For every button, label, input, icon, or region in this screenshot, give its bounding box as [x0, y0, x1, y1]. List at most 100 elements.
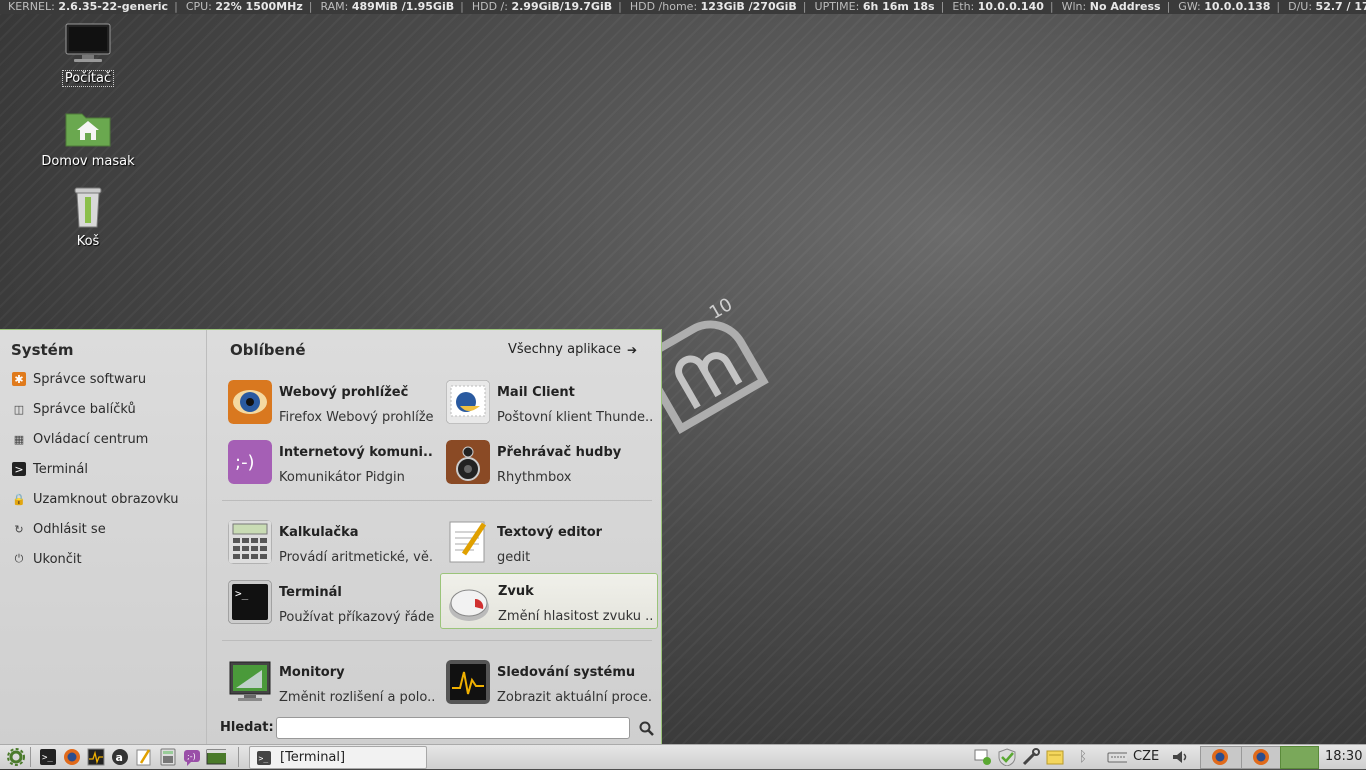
keyboard-layout[interactable]: CZE: [1133, 749, 1159, 764]
logo-version: 10: [706, 294, 736, 324]
favorite-app[interactable]: >_ Terminál Používat příkazový řádek: [222, 575, 438, 629]
favorite-app[interactable]: Textový editor gedit: [440, 515, 656, 569]
favorite-app-name: Webový prohlížeč: [279, 385, 409, 400]
tray-update-manager[interactable]: [997, 747, 1017, 767]
svg-text:;-): ;-): [187, 752, 196, 761]
menu-button[interactable]: [6, 747, 26, 767]
favorite-app-name: Monitory: [279, 665, 345, 680]
desktop-icon-home[interactable]: Domov masak: [38, 106, 138, 169]
conky-segment: CPU: 22% 1500MHz: [186, 0, 303, 13]
conky-label: GW:: [1178, 0, 1201, 13]
taskbar-window-terminal[interactable]: >_ [Terminal]: [249, 746, 427, 769]
favorite-app[interactable]: ;-) Internetový komuni... Komunikátor Pidg…: [222, 435, 438, 489]
system-monitor-icon: [446, 660, 490, 704]
favorite-app-name: Internetový komuni...: [279, 445, 434, 460]
system-item[interactable]: ◫ Správce balíčků: [12, 398, 136, 420]
logout-icon: ↻: [14, 522, 24, 536]
system-item[interactable]: 🔒 Uzamknout obrazovku: [12, 488, 178, 510]
arrow-right-icon: ➔: [626, 342, 638, 357]
taskbar-separator: [238, 747, 239, 767]
desktop-label-computer: Počítač: [61, 70, 115, 87]
favorite-app-name: Přehrávač hudby: [497, 445, 622, 460]
conky-separator: |: [1049, 0, 1054, 13]
workspace-1[interactable]: [1200, 746, 1242, 769]
conky-value: 22% 1500MHz: [215, 0, 303, 13]
home-folder-icon: [65, 113, 111, 147]
launcher-terminal[interactable]: >_: [38, 747, 58, 767]
show-desktop-icon: [206, 749, 226, 765]
system-item[interactable]: ⏻ Ukončit: [12, 548, 82, 570]
lock-icon: 🔒: [12, 492, 26, 506]
system-item-label: Správce balíčků: [33, 401, 136, 417]
tray-keyboard[interactable]: [1107, 747, 1127, 767]
desktop-icon-computer[interactable]: Počítač: [38, 22, 138, 87]
tray-network[interactable]: [973, 747, 993, 767]
monitor-icon: [229, 661, 271, 701]
svg-text:>_: >_: [259, 754, 269, 763]
conky-label: Eth:: [952, 0, 975, 13]
system-item-label: Ukončit: [33, 551, 82, 567]
conky-segment: KERNEL: 2.6.35-22-generic: [8, 0, 168, 13]
power-icon: ⏻: [14, 552, 24, 565]
svg-text:>_: >_: [42, 753, 53, 763]
svg-text:;-): ;-): [235, 452, 255, 473]
favorite-app[interactable]: Webový prohlížeč Firefox Webový prohlížeč: [222, 375, 438, 429]
launcher-app[interactable]: a: [110, 747, 130, 767]
launcher-pidgin[interactable]: ;-): [182, 747, 202, 767]
firefox-icon: [1253, 749, 1269, 765]
wrench-icon: [1022, 748, 1040, 766]
conky-label: CPU:: [185, 0, 212, 13]
start-menu: Systém ✱ Správce softwaru ◫ Správce balíčků…: [0, 329, 662, 744]
favorite-app[interactable]: Monitory Změnit rozlišení a polo...: [222, 655, 438, 709]
app-icon: a: [112, 749, 128, 765]
favorite-app-description: Změní hlasitost zvuku ...: [498, 609, 653, 624]
favorite-app-name: Sledování systému: [497, 665, 636, 680]
launcher-text-editor[interactable]: [134, 747, 154, 767]
conky-label: Wln:: [1061, 0, 1087, 13]
conky-segment: Wln: No Address: [1062, 0, 1161, 13]
desktop-icon-trash[interactable]: Koš: [38, 184, 138, 249]
taskbar-separator: [30, 747, 31, 767]
text-editor-icon: [136, 749, 151, 766]
system-monitor-icon: [87, 748, 105, 766]
favorite-app[interactable]: Sledování systému Zobrazit aktuální proce…: [440, 655, 656, 709]
launcher-calculator[interactable]: [158, 747, 178, 767]
tray-volume[interactable]: [1170, 747, 1190, 767]
conky-segment: UPTIME: 6h 16m 18s: [815, 0, 935, 13]
favorite-app[interactable]: Zvuk Změní hlasitost zvuku ...: [440, 573, 658, 629]
system-item[interactable]: ↻ Odhlásit se: [12, 518, 106, 540]
favorite-app[interactable]: Mail Client Poštovní klient Thunde...: [440, 375, 656, 429]
launcher-show-desktop[interactable]: [206, 747, 226, 767]
calculator-icon: [228, 520, 272, 564]
system-item[interactable]: ▦ Ovládací centrum: [12, 428, 149, 450]
conky-separator: |: [174, 0, 178, 13]
network-icon: [974, 749, 991, 765]
system-item-label: Odhlásit se: [33, 521, 106, 537]
search-icon[interactable]: [639, 721, 655, 737]
launcher-system-monitor[interactable]: [86, 747, 106, 767]
workspace-2[interactable]: [1241, 746, 1281, 769]
clock[interactable]: 18:30: [1325, 749, 1362, 764]
conky-separator: |: [308, 0, 313, 13]
launcher-browser[interactable]: [62, 747, 82, 767]
tray-tool[interactable]: [1021, 747, 1041, 767]
conky-separator: |: [460, 0, 464, 13]
tray-bluetooth[interactable]: ᛒ: [1073, 747, 1093, 767]
all-apps-button[interactable]: Všechny aplikace ➔: [508, 342, 637, 357]
system-item[interactable]: > Terminál: [12, 458, 88, 480]
package-manager-icon: ◫: [13, 402, 25, 416]
shield-check-icon: [998, 748, 1016, 766]
workspace-3[interactable]: [1280, 746, 1319, 769]
favorite-app[interactable]: Přehrávač hudby Rhythmbox: [440, 435, 656, 489]
conky-label: HDD /:: [471, 0, 508, 13]
taskbar-window-title: [Terminal]: [280, 750, 346, 765]
desktop-label-trash: Koš: [76, 234, 100, 249]
conky-segment: Eth: 10.0.0.140: [952, 0, 1044, 13]
calculator-icon: [160, 748, 176, 766]
search-input[interactable]: [276, 717, 630, 739]
system-item[interactable]: ✱ Správce softwaru: [12, 368, 146, 390]
tray-notes[interactable]: [1045, 747, 1065, 767]
favorite-app-description: Komunikátor Pidgin: [279, 470, 405, 485]
svg-text:a: a: [116, 751, 123, 764]
favorite-app[interactable]: Kalkulačka Provádí aritmetické, vě...: [222, 515, 438, 569]
